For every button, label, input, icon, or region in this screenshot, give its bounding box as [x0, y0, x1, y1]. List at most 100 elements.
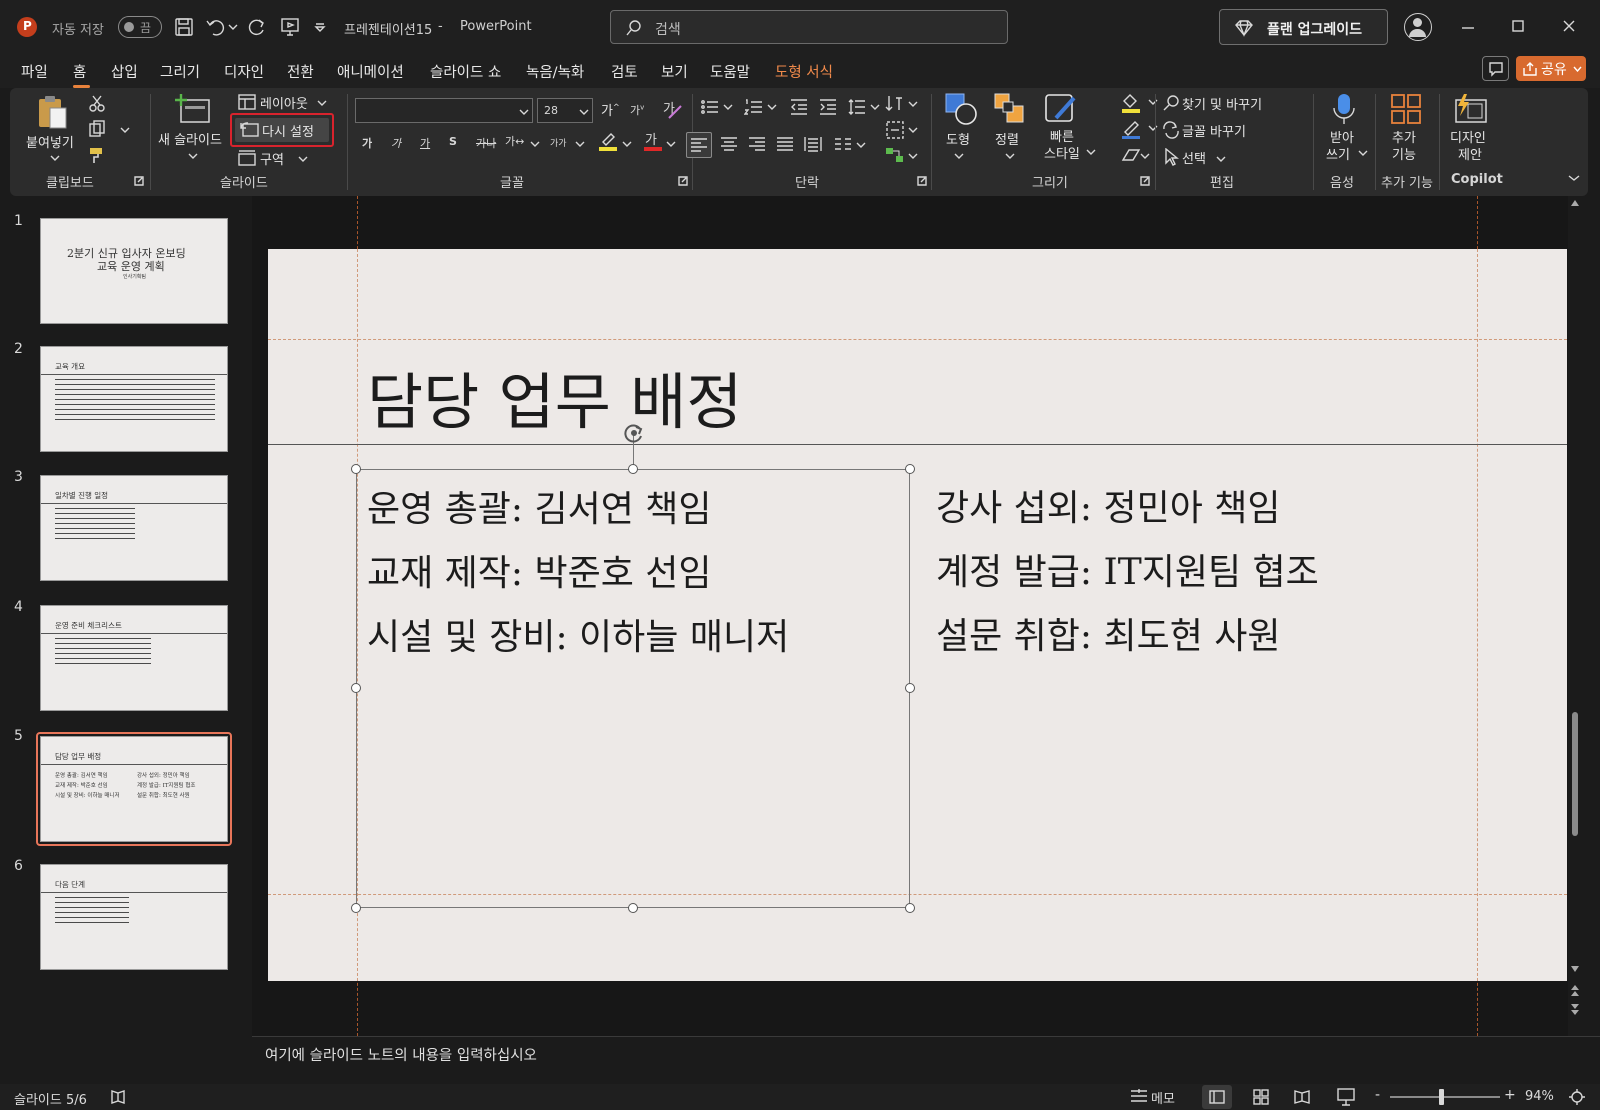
smartart-icon[interactable]: [885, 146, 905, 166]
find-replace-button[interactable]: 찾기 및 바꾸기: [1160, 92, 1290, 114]
redo-icon[interactable]: [247, 17, 267, 37]
close-icon[interactable]: [1561, 18, 1577, 34]
slide-thumbnail-5[interactable]: 담당 업무 배정 운영 총괄: 김서연 책임 교재 제작: 박준호 선임 시설 …: [40, 736, 228, 842]
comments-button[interactable]: [1482, 56, 1509, 81]
cut-icon[interactable]: [88, 94, 106, 112]
distributed-icon[interactable]: [804, 136, 822, 152]
bold-button[interactable]: 가: [362, 135, 372, 151]
shadow-button[interactable]: S: [449, 135, 457, 148]
italic-button[interactable]: 가: [391, 135, 401, 151]
quick-styles-button[interactable]: 빠른 스타일: [1034, 90, 1096, 170]
normal-view-button[interactable]: [1202, 1085, 1232, 1109]
arrange-button[interactable]: 정렬: [987, 90, 1031, 170]
accessibility-icon[interactable]: [110, 1089, 126, 1105]
zoom-out-button[interactable]: -: [1375, 1087, 1380, 1103]
highlight-dropdown-icon[interactable]: [622, 140, 632, 148]
slide-canvas[interactable]: 담당 업무 배정 운영 총괄: 김서연 책임 교재 제작: 박준호 선임 시설 …: [268, 249, 1567, 981]
change-case-button[interactable]: 가가: [550, 136, 567, 149]
scroll-up-icon[interactable]: [1571, 200, 1579, 206]
copy-dropdown-icon[interactable]: [120, 126, 130, 134]
shape-effects-dropdown-icon[interactable]: [1140, 152, 1150, 160]
columns-dropdown-icon[interactable]: [856, 141, 866, 149]
spacing-dropdown-icon[interactable]: [530, 140, 540, 148]
resize-handle[interactable]: [905, 464, 915, 474]
slide-thumbnail-6[interactable]: 다음 단계: [40, 864, 228, 970]
slide-thumbnail-2[interactable]: 교육 개요: [40, 346, 228, 452]
account-avatar-icon[interactable]: [1404, 13, 1432, 41]
smartart-dropdown-icon[interactable]: [908, 152, 918, 160]
bullets-icon[interactable]: [700, 98, 720, 116]
resize-handle[interactable]: [628, 903, 638, 913]
shape-fill-icon[interactable]: [1120, 92, 1142, 114]
notes-icon[interactable]: [1130, 1089, 1148, 1105]
layout-button[interactable]: 레이아웃: [236, 92, 330, 112]
tab-transitions[interactable]: 전환: [287, 60, 314, 86]
zoom-in-button[interactable]: +: [1504, 1087, 1516, 1103]
align-text-dropdown-icon[interactable]: [908, 126, 918, 134]
clear-formatting-icon[interactable]: 가: [661, 98, 683, 120]
highlight-color-icon[interactable]: [597, 130, 619, 152]
character-spacing-button[interactable]: 가↔: [505, 133, 524, 149]
align-center-icon[interactable]: [720, 136, 738, 152]
reading-view-icon[interactable]: [1294, 1089, 1310, 1105]
increase-indent-icon[interactable]: [818, 98, 838, 116]
resize-handle[interactable]: [351, 903, 361, 913]
tab-file[interactable]: 파일: [21, 60, 48, 86]
text-direction-icon[interactable]: [885, 94, 905, 114]
collapse-ribbon-icon[interactable]: [1568, 174, 1580, 182]
zoom-slider-thumb[interactable]: [1439, 1089, 1444, 1105]
text-direction-dropdown-icon[interactable]: [908, 100, 918, 108]
underline-button[interactable]: 가: [420, 135, 430, 151]
align-left-button[interactable]: [686, 132, 712, 158]
autosave-toggle[interactable]: 끔: [118, 16, 162, 38]
line-spacing-dropdown-icon[interactable]: [870, 103, 880, 111]
reset-button-highlight[interactable]: 다시 설정: [230, 113, 334, 147]
maximize-icon[interactable]: [1510, 18, 1526, 34]
slide-thumbnail-1[interactable]: 2분기 신규 입사자 온보딩 교육 운영 계획 인사기획팀: [40, 218, 228, 324]
designer-button[interactable]: 디자인 제안: [1444, 90, 1500, 170]
share-button[interactable]: 공유: [1516, 56, 1586, 81]
align-right-icon[interactable]: [748, 136, 766, 152]
slideshow-from-start-icon[interactable]: [280, 17, 300, 37]
replace-font-button[interactable]: 글꼴 바꾸기: [1160, 119, 1270, 141]
format-painter-icon[interactable]: [88, 146, 106, 164]
notes-pane[interactable]: 여기에 슬라이드 노트의 내용을 입력하십시오: [252, 1036, 1600, 1084]
resize-handle[interactable]: [351, 464, 361, 474]
customize-toolbar-icon[interactable]: [314, 22, 326, 32]
editor-scrollbar[interactable]: [1568, 196, 1582, 1036]
save-icon[interactable]: [174, 17, 194, 37]
slide-sorter-icon[interactable]: [1253, 1089, 1269, 1105]
tab-animations[interactable]: 애니메이션: [337, 60, 404, 86]
select-button[interactable]: 선택: [1160, 146, 1240, 168]
zoom-level[interactable]: 94%: [1525, 1089, 1554, 1104]
fit-to-window-icon[interactable]: [1568, 1088, 1586, 1106]
tab-view[interactable]: 보기: [661, 60, 688, 86]
paragraph-launcher-icon[interactable]: [917, 176, 927, 186]
shapes-button[interactable]: 도형: [938, 90, 982, 170]
bullets-dropdown-icon[interactable]: [723, 103, 733, 111]
slide-thumbnail-4[interactable]: 운영 준비 체크리스트: [40, 605, 228, 711]
tab-draw[interactable]: 그리기: [160, 60, 200, 86]
zoom-slider-track[interactable]: [1390, 1096, 1500, 1098]
increase-font-icon[interactable]: 가^: [601, 100, 620, 119]
case-dropdown-icon[interactable]: [575, 140, 585, 148]
section-button[interactable]: 구역: [236, 148, 316, 168]
shape-effects-icon[interactable]: [1120, 146, 1142, 164]
resize-handle[interactable]: [628, 464, 638, 474]
clipboard-launcher-icon[interactable]: [134, 176, 144, 186]
font-size-box[interactable]: 28: [537, 98, 593, 123]
tab-home[interactable]: 홈: [73, 60, 86, 86]
resize-handle[interactable]: [905, 903, 915, 913]
paste-button[interactable]: 붙여넣기: [16, 92, 86, 172]
tab-slideshow[interactable]: 슬라이드 쇼: [430, 60, 501, 86]
previous-slide-icon[interactable]: [1570, 984, 1580, 998]
tab-review[interactable]: 검토: [611, 60, 638, 86]
undo-dropdown-icon[interactable]: [228, 23, 238, 31]
slideshow-view-icon[interactable]: [1337, 1088, 1355, 1106]
font-launcher-icon[interactable]: [678, 176, 688, 186]
scroll-thumb[interactable]: [1572, 712, 1578, 836]
undo-icon[interactable]: [205, 17, 225, 37]
drawing-launcher-icon[interactable]: [1140, 176, 1150, 186]
line-spacing-icon[interactable]: [847, 98, 867, 116]
shape-outline-icon[interactable]: [1120, 118, 1142, 140]
